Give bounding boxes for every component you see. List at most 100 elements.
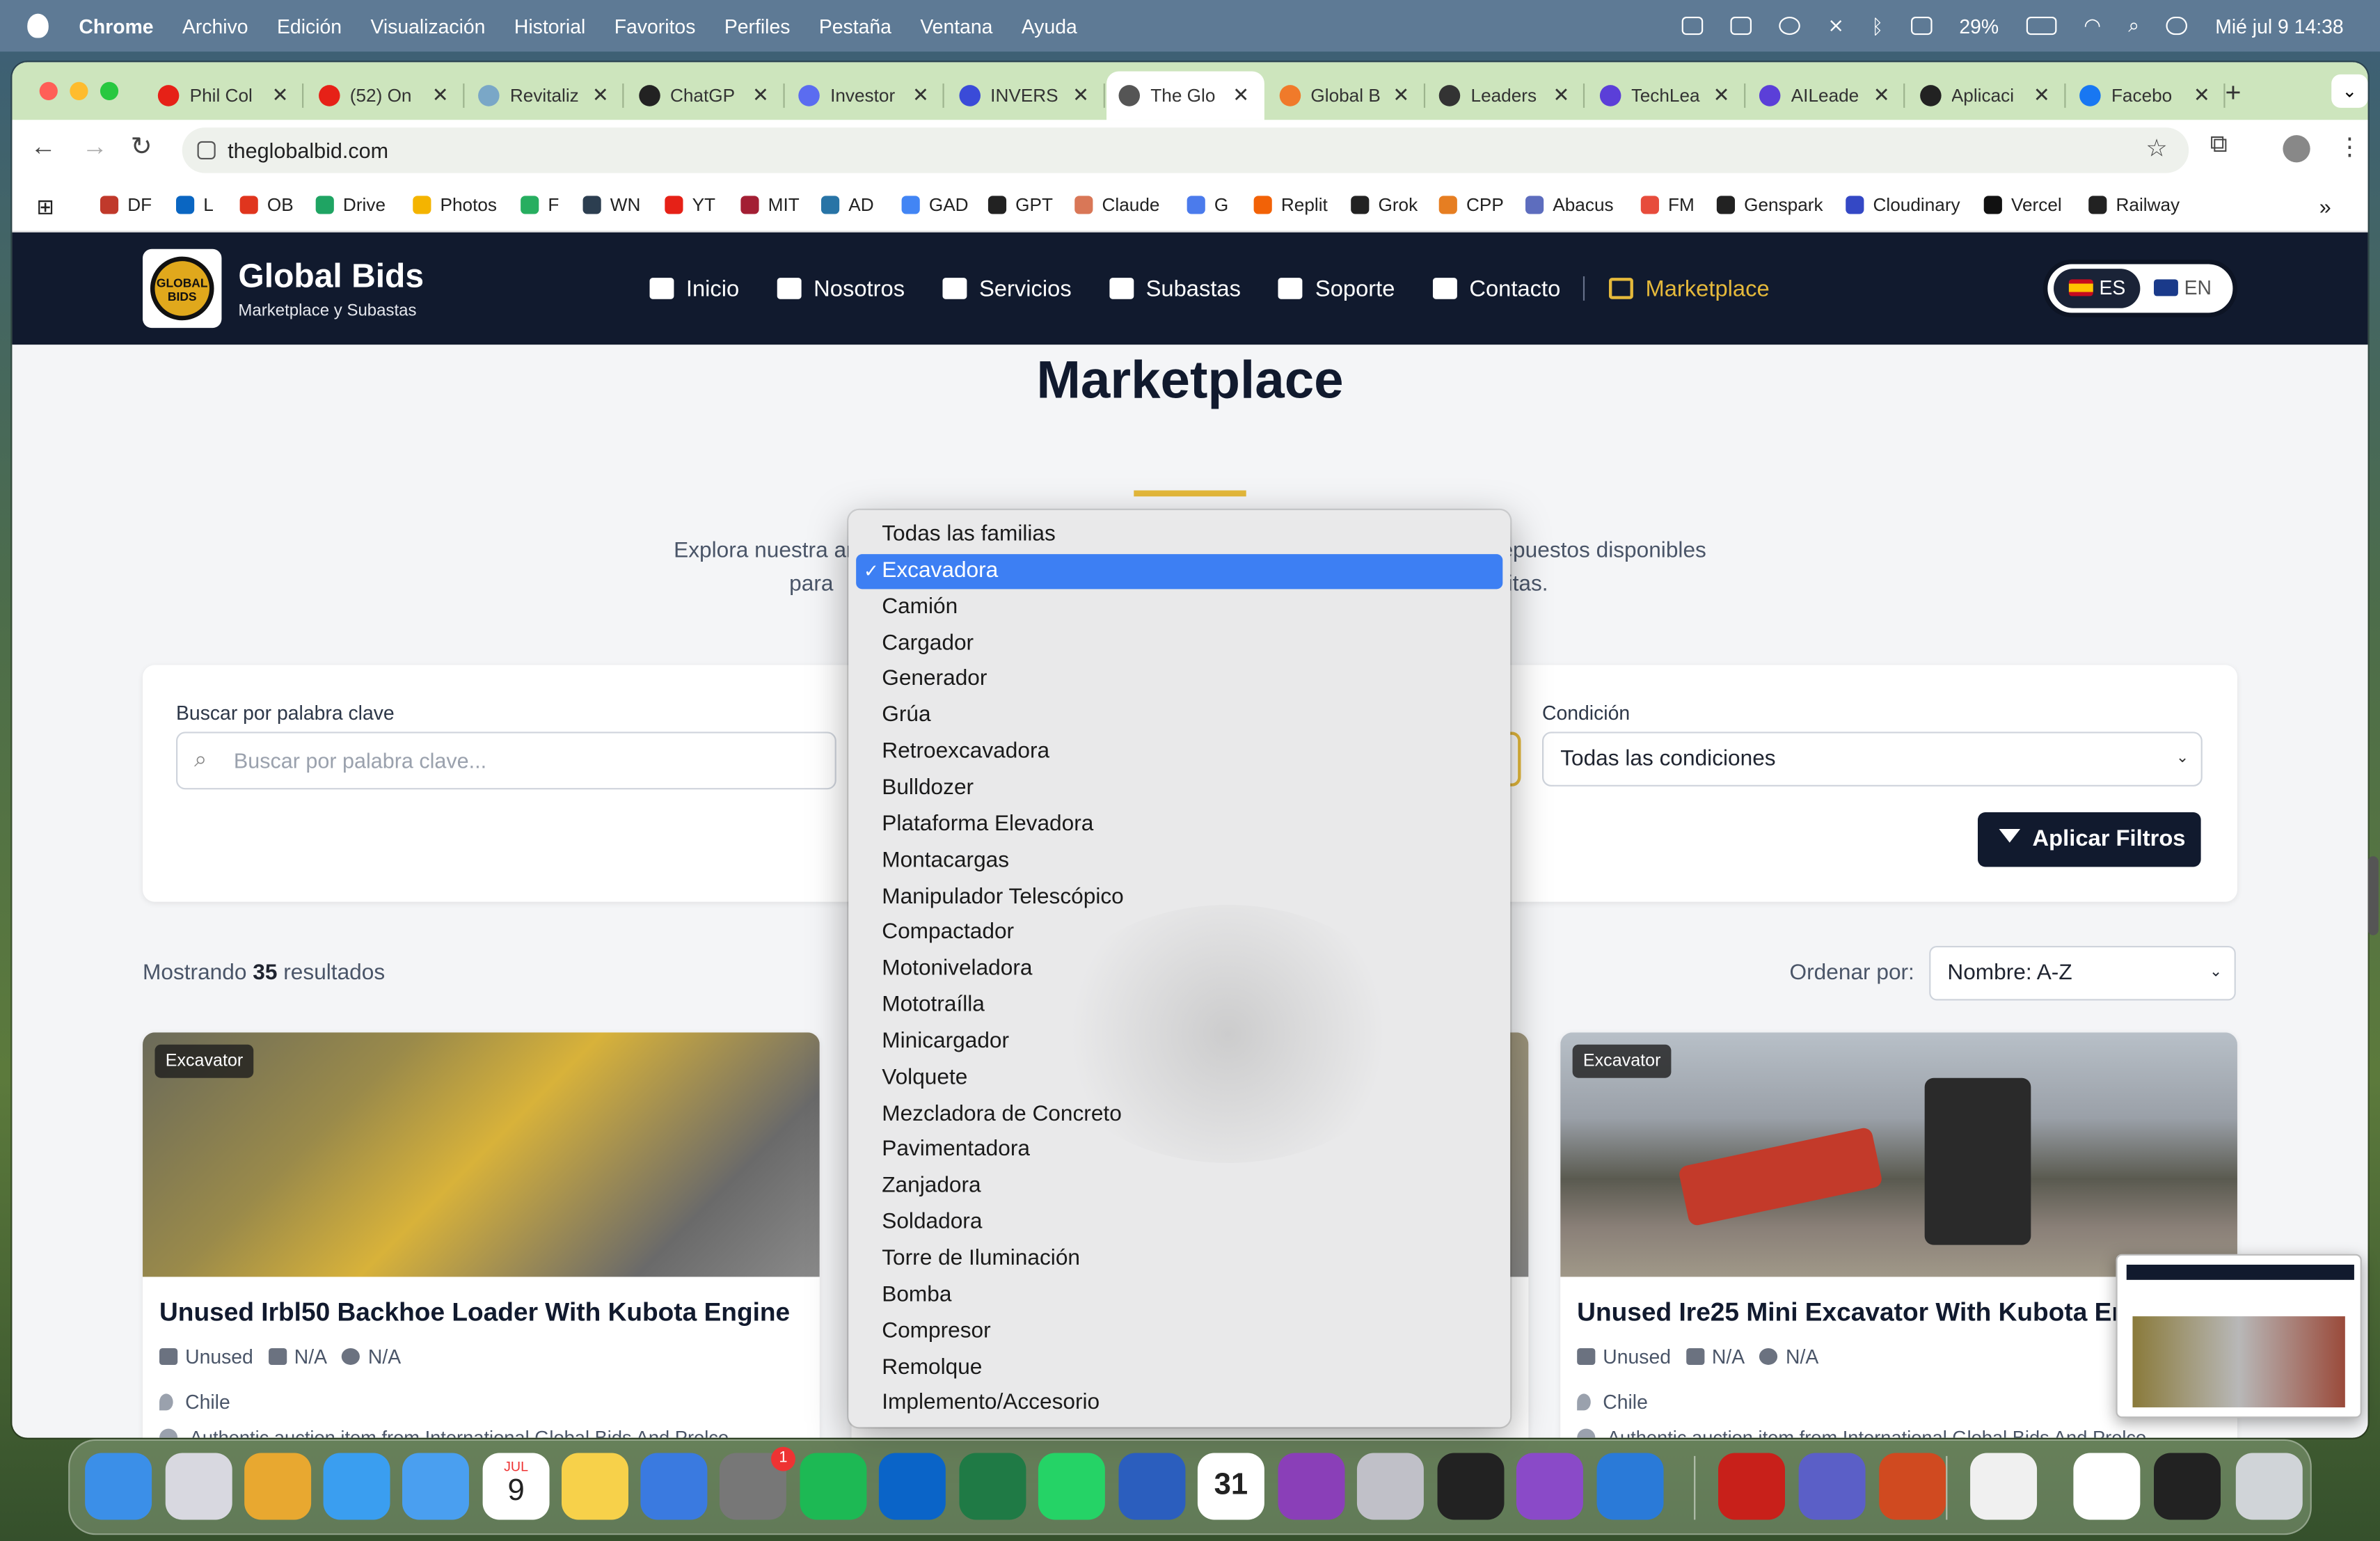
mute-icon[interactable]: ⨯: [1827, 14, 1844, 38]
dropdown-option[interactable]: Minicargador: [856, 1025, 1502, 1059]
vscode-icon[interactable]: [1596, 1453, 1664, 1520]
display-icon[interactable]: [1910, 16, 1933, 35]
menu-perfiles[interactable]: Perfiles: [724, 15, 791, 38]
dropdown-option[interactable]: Remolque: [856, 1350, 1502, 1385]
bookmark-ob[interactable]: OB: [239, 194, 294, 216]
browser-tab[interactable]: (52) On ✕: [306, 72, 464, 120]
menu-app-name[interactable]: Chrome: [79, 15, 153, 38]
browser-tab[interactable]: Investor ✕: [786, 72, 944, 120]
tab-close-icon[interactable]: ✕: [1072, 84, 1089, 108]
bookmark-l[interactable]: L: [176, 194, 214, 216]
nav-soporte[interactable]: Soporte: [1278, 276, 1395, 301]
nav-marketplace[interactable]: Marketplace: [1609, 276, 1770, 301]
lang-es-button[interactable]: ES: [2054, 269, 2141, 308]
bookmark-gad[interactable]: GAD: [901, 194, 969, 216]
pdf-file-icon[interactable]: [1970, 1453, 2038, 1520]
dropdown-option[interactable]: Montacargas: [856, 844, 1502, 878]
dropdown-option[interactable]: Manipulador Telescópico: [856, 880, 1502, 915]
dropdown-option[interactable]: Motoniveladora: [856, 952, 1502, 987]
tab-close-icon[interactable]: ✕: [752, 84, 769, 108]
dropdown-option[interactable]: Zanjadora: [856, 1169, 1502, 1204]
browser-tab[interactable]: Global B ✕: [1267, 72, 1425, 120]
search-icon[interactable]: ⌕: [2128, 14, 2139, 38]
screenshot-file-icon[interactable]: [2073, 1453, 2141, 1520]
tab-close-icon[interactable]: ✕: [2033, 84, 2050, 108]
tab-close-icon[interactable]: ✕: [1873, 84, 1890, 108]
browser-tab[interactable]: INVERS ✕: [946, 72, 1104, 120]
terminal-file-icon[interactable]: [2154, 1453, 2221, 1520]
mail-icon[interactable]: [402, 1453, 469, 1520]
bookmark-vercel[interactable]: Vercel: [1983, 194, 2062, 216]
address-bar[interactable]: theglobalbid.com ☆: [182, 127, 2189, 173]
bookmark-gpt[interactable]: GPT: [987, 194, 1053, 216]
dropdown-option[interactable]: Bulldozer: [856, 771, 1502, 806]
word-icon[interactable]: [1118, 1453, 1186, 1520]
bookmark-star-icon[interactable]: ☆: [2145, 127, 2167, 173]
maximize-window-button[interactable]: [100, 81, 119, 100]
wifi-icon[interactable]: ◠: [2084, 14, 2101, 38]
bookmark-genspark[interactable]: Genspark: [1716, 194, 1823, 216]
teams-icon[interactable]: [1798, 1453, 1866, 1520]
more-bookmarks-icon[interactable]: »: [2319, 194, 2331, 219]
dropdown-option[interactable]: Implemento/Accesorio: [856, 1386, 1502, 1421]
tab-close-icon[interactable]: ✕: [2193, 84, 2210, 108]
dropdown-option-selected[interactable]: ✓ Excavadora: [856, 553, 1503, 589]
bookmark-grok[interactable]: Grok: [1351, 194, 1418, 216]
tab-close-icon[interactable]: ✕: [912, 84, 929, 108]
bookmark-g[interactable]: G: [1187, 194, 1228, 216]
minimize-window-button[interactable]: [70, 81, 88, 100]
bookmark-photos[interactable]: Photos: [413, 194, 497, 216]
family-dropdown-list[interactable]: Todas las familias ✓ Excavadora Camión Carga…: [848, 509, 1511, 1428]
new-tab-button[interactable]: +: [2226, 77, 2242, 109]
notes-icon[interactable]: [562, 1453, 628, 1520]
menu-ayuda[interactable]: Ayuda: [1022, 15, 1077, 38]
control-center-icon[interactable]: [2166, 16, 2188, 35]
dropdown-option[interactable]: Bomba: [856, 1278, 1502, 1313]
battery-icon[interactable]: [2026, 16, 2057, 35]
bookmark-railway[interactable]: Railway: [2088, 194, 2180, 216]
dropdown-option[interactable]: Grúa: [856, 699, 1502, 734]
menu-ventana[interactable]: Ventana: [920, 15, 992, 38]
product-card[interactable]: Excavator Unused Irbl50 Backhoe Loader W…: [143, 1032, 820, 1438]
nav-subastas[interactable]: Subastas: [1109, 276, 1241, 301]
screen-share-icon[interactable]: [1681, 16, 1704, 35]
nav-servicios[interactable]: Servicios: [942, 276, 1072, 301]
outlook-icon[interactable]: [878, 1453, 946, 1520]
bookmark-cpp[interactable]: CPP: [1438, 194, 1504, 216]
sort-select[interactable]: Nombre: A-Z ⌄: [1929, 945, 2236, 1001]
site-brand[interactable]: Global Bids: [238, 257, 424, 297]
bookmark-claude[interactable]: Claude: [1074, 194, 1159, 216]
condition-select[interactable]: Todas las condiciones ⌄: [1542, 732, 2203, 787]
apple-icon[interactable]: [27, 13, 49, 38]
product-title[interactable]: Unused Ire25 Mini Excavator With Kubota …: [1577, 1298, 2180, 1329]
dropdown-option[interactable]: Mototraílla: [856, 988, 1502, 1023]
menu-favoritos[interactable]: Favoritos: [614, 15, 696, 38]
bookmark-df[interactable]: DF: [100, 194, 152, 216]
browser-tab[interactable]: Aplicaci ✕: [1907, 72, 2065, 120]
bookmark-cloudinary[interactable]: Cloudinary: [1846, 194, 1960, 216]
lang-en-button[interactable]: EN: [2154, 269, 2212, 308]
clock[interactable]: Mié jul 9 14:38: [2215, 15, 2343, 38]
browser-tab[interactable]: Facebo ✕: [2068, 72, 2226, 120]
dropdown-option[interactable]: Cargador: [856, 626, 1502, 661]
screenshot-thumbnail[interactable]: [2116, 1254, 2362, 1418]
iphone-mirroring-icon[interactable]: [1356, 1453, 1424, 1520]
dropdown-option[interactable]: Camión: [856, 590, 1502, 625]
dropdown-option[interactable]: Generador: [856, 663, 1502, 697]
menu-visualizacion[interactable]: Visualización: [370, 15, 485, 38]
forward-icon[interactable]: →: [82, 132, 108, 163]
tab-close-icon[interactable]: ✕: [592, 84, 609, 108]
tab-close-icon[interactable]: ✕: [1553, 84, 1569, 108]
nav-nosotros[interactable]: Nosotros: [777, 276, 905, 301]
close-window-button[interactable]: [39, 81, 58, 100]
play-icon[interactable]: [1779, 16, 1800, 35]
tab-close-icon[interactable]: ✕: [1232, 84, 1249, 108]
browser-tab[interactable]: AILeade ✕: [1747, 72, 1905, 120]
safari-icon[interactable]: [323, 1453, 390, 1520]
browser-tab[interactable]: TechLea ✕: [1587, 72, 1745, 120]
dropdown-option[interactable]: Plataforma Elevadora: [856, 807, 1502, 842]
calendar-icon[interactable]: JUL 9: [482, 1453, 550, 1520]
back-icon[interactable]: ←: [31, 132, 56, 163]
tab-close-icon[interactable]: ✕: [272, 84, 289, 108]
claude-app-icon[interactable]: [1437, 1453, 1505, 1520]
